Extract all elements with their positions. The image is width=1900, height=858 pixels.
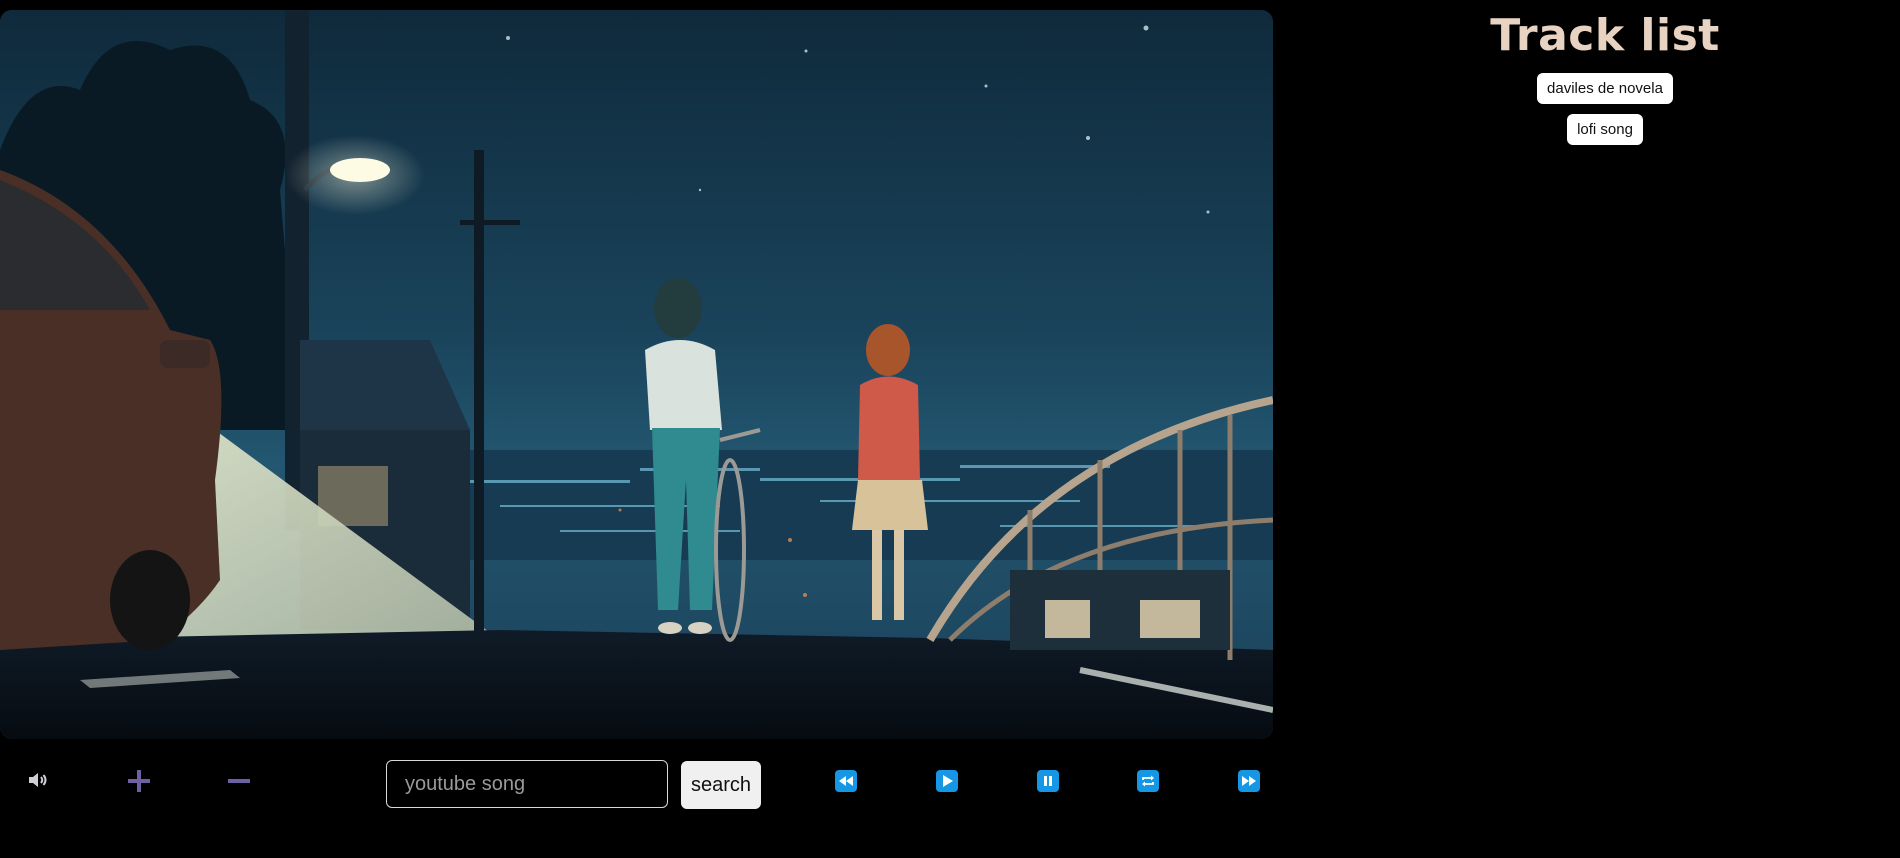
previous-button[interactable]	[835, 770, 857, 792]
track-list-title: Track list	[1490, 10, 1720, 61]
speaker-icon	[29, 773, 47, 787]
search-input[interactable]	[386, 760, 668, 808]
track-row: daviles de novela	[1410, 73, 1800, 114]
plus-icon	[128, 770, 150, 792]
track-item[interactable]: lofi song	[1567, 114, 1643, 145]
video-panel	[0, 10, 1273, 739]
play-button[interactable]	[936, 770, 958, 792]
repeat-icon	[1142, 775, 1154, 787]
music-player-app: search Track list	[0, 0, 1900, 858]
track-item[interactable]: daviles de novela	[1537, 73, 1673, 104]
next-button[interactable]	[1238, 770, 1260, 792]
volume-up-button[interactable]	[126, 768, 152, 794]
volume-down-button[interactable]	[226, 768, 252, 794]
track-row: lofi song	[1410, 114, 1800, 155]
night-scene-illustration	[0, 10, 1273, 739]
pause-icon	[1044, 776, 1052, 786]
track-list-panel: Track list daviles de novela lofi song	[1410, 0, 1800, 155]
loop-button[interactable]	[1137, 770, 1159, 792]
volume-mute-button[interactable]	[26, 768, 50, 792]
minus-icon	[228, 779, 250, 783]
fast-forward-icon	[1242, 776, 1256, 786]
rewind-icon	[839, 776, 853, 786]
search-button[interactable]: search	[681, 761, 761, 809]
pause-button[interactable]	[1037, 770, 1059, 792]
play-icon	[943, 775, 953, 787]
